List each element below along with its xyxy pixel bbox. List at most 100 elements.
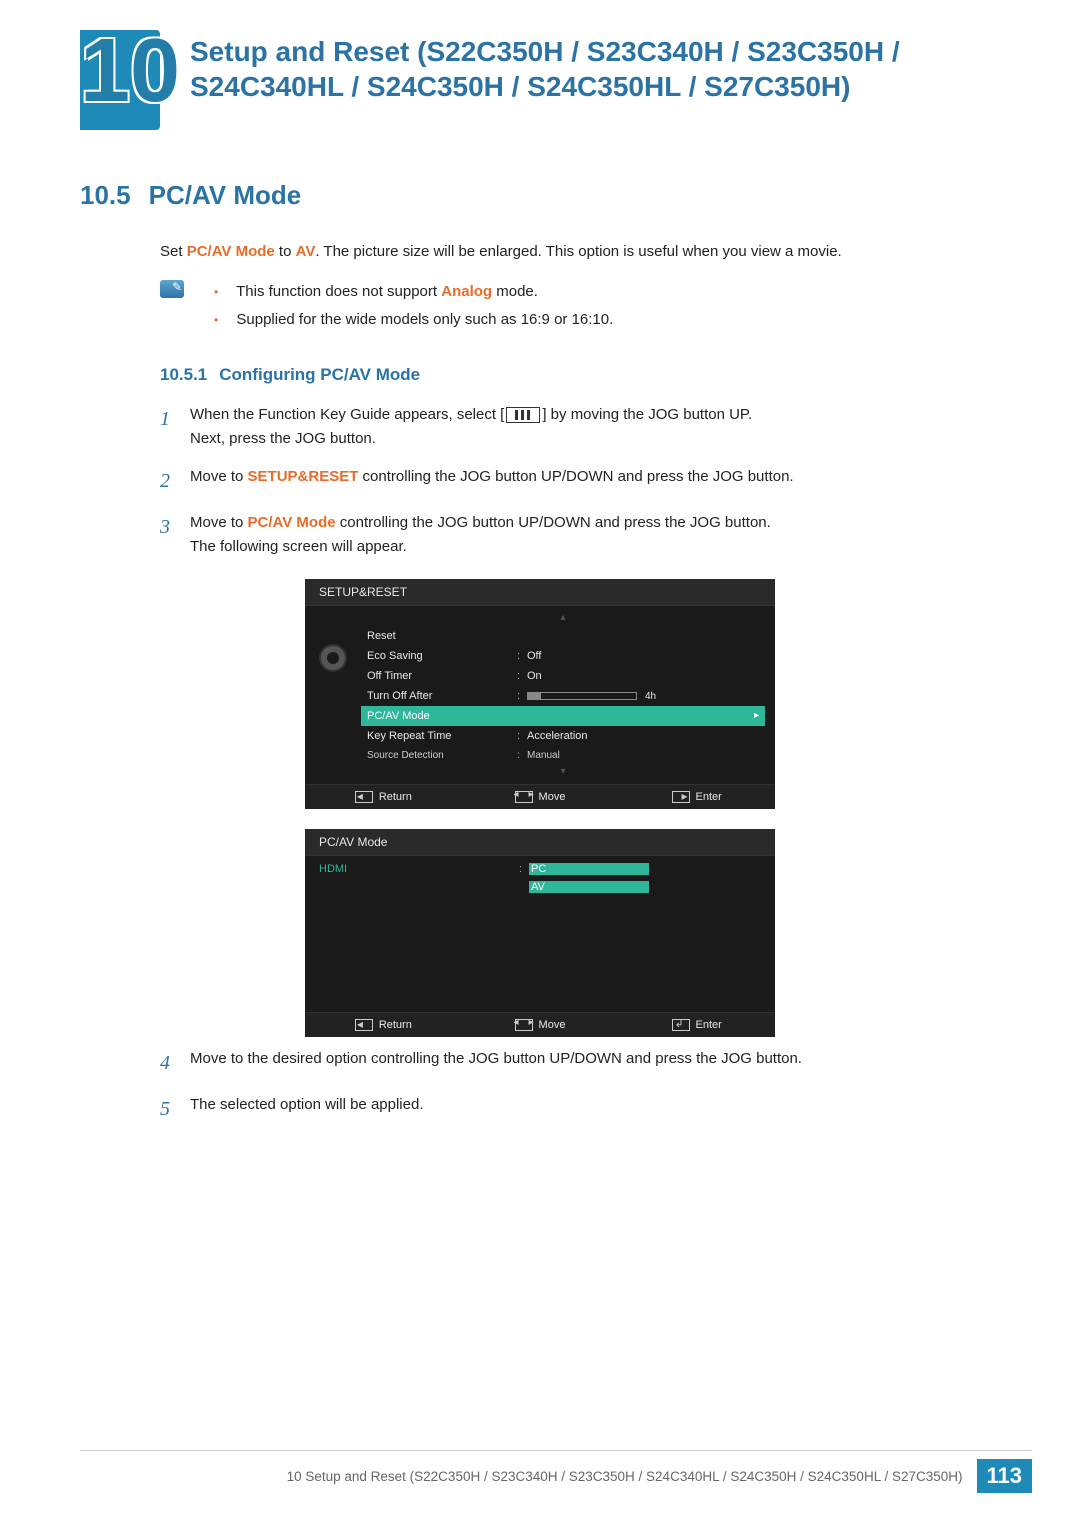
step-num-2: 2 <box>160 465 190 497</box>
osd1-pcav-arrow-icon: ▸ <box>754 710 759 721</box>
footer-text: 10 Setup and Reset (S22C350H / S23C340H … <box>287 1469 963 1484</box>
osd1-srcd-value: Manual <box>527 750 759 761</box>
osd1-move-label: Move <box>539 791 566 803</box>
note-list: This function does not support Analog mo… <box>214 278 613 335</box>
step2-a: Move to <box>190 468 248 485</box>
osd-setup-reset: SETUP&RESET ▴ Reset Eco Saving: Off Off … <box>305 579 775 809</box>
step3-c: The following screen will appear. <box>190 538 407 555</box>
gear-icon <box>321 646 345 670</box>
osd2-footer-return[interactable]: Return <box>305 1019 462 1031</box>
step-3: 3 Move to PC/AV Mode controlling the JOG… <box>160 511 1000 559</box>
intro-pre: Set <box>160 243 187 260</box>
intro-paragraph: Set PC/AV Mode to AV. The picture size w… <box>160 241 1000 264</box>
intro-mid: to <box>275 243 296 260</box>
page-footer: 10 Setup and Reset (S22C350H / S23C340H … <box>0 1459 1080 1493</box>
note1-post: mode. <box>492 283 538 300</box>
osd2-footer-move[interactable]: Move <box>462 1019 619 1031</box>
chapter-badge: 10 <box>80 30 170 140</box>
return-icon <box>355 791 373 803</box>
step1-b: ] by moving the JOG button UP. <box>542 406 752 423</box>
section-heading: 10.5 PC/AV Mode <box>80 180 1000 211</box>
osd1-row-pcav[interactable]: PC/AV Mode ▸ <box>361 706 765 726</box>
osd1-footer-move[interactable]: Move <box>462 791 619 803</box>
step-num-5: 5 <box>160 1093 190 1125</box>
note-block: This function does not support Analog mo… <box>160 278 1000 335</box>
step3-a: Move to <box>190 514 248 531</box>
osd2-enter-label: Enter <box>696 1019 722 1031</box>
note-item-2: Supplied for the wide models only such a… <box>214 306 613 335</box>
osd1-row-reset[interactable]: Reset <box>361 626 765 646</box>
osd2-row-hdmi[interactable]: HDMI: PC <box>319 860 765 878</box>
osd1-row-eco[interactable]: Eco Saving: Off <box>361 646 765 666</box>
footer-divider <box>80 1450 1032 1451</box>
step2-hl: SETUP&RESET <box>248 468 359 485</box>
osd1-srcd-label: Source Detection <box>367 750 517 761</box>
section-title: PC/AV Mode <box>149 180 302 210</box>
osd1-pcav-label: PC/AV Mode <box>367 710 517 722</box>
note-icon <box>160 280 184 298</box>
osd2-title: PC/AV Mode <box>305 829 775 856</box>
note1-hl: Analog <box>441 283 492 300</box>
osd1-toa-value: 4h <box>645 691 656 702</box>
osd1-krt-value: Acceleration <box>527 730 759 742</box>
osd2-value-av[interactable]: AV <box>529 881 649 893</box>
osd1-return-label: Return <box>379 791 412 803</box>
step3-hl: PC/AV Mode <box>248 514 336 531</box>
osd2-footer-enter[interactable]: Enter <box>618 1019 775 1031</box>
osd1-offtimer-value: On <box>527 670 759 682</box>
step-num-3: 3 <box>160 511 190 543</box>
osd2-row-av[interactable]: AV <box>319 878 765 896</box>
menu-icon <box>506 407 540 423</box>
osd2-value-pc[interactable]: PC <box>529 863 649 875</box>
osd2-return-label: Return <box>379 1019 412 1031</box>
chapter-title: Setup and Reset (S22C350H / S23C340H / S… <box>190 30 1000 104</box>
osd2-move-label: Move <box>539 1019 566 1031</box>
step-4: 4 Move to the desired option controlling… <box>160 1047 1000 1079</box>
osd1-footer-return[interactable]: Return <box>305 791 462 803</box>
return-icon <box>355 1019 373 1031</box>
step-2: 2 Move to SETUP&RESET controlling the JO… <box>160 465 1000 497</box>
step2-b: controlling the JOG button UP/DOWN and p… <box>358 468 793 485</box>
enter-icon <box>672 791 690 803</box>
step-num-1: 1 <box>160 403 190 435</box>
osd1-krt-label: Key Repeat Time <box>367 730 517 742</box>
intro-hl-av: AV <box>296 243 316 260</box>
osd1-footer-enter[interactable]: Enter <box>618 791 775 803</box>
chapter-number: 10 <box>80 20 180 123</box>
note2-text: Supplied for the wide models only such a… <box>236 311 613 328</box>
step1-a: When the Function Key Guide appears, sel… <box>190 406 504 423</box>
section-number: 10.5 <box>80 180 131 210</box>
subsection-title: Configuring PC/AV Mode <box>219 365 420 384</box>
osd1-row-turnoffafter[interactable]: Turn Off After: 4h <box>361 686 765 706</box>
step5-text: The selected option will be applied. <box>190 1093 423 1117</box>
subsection-heading: 10.5.1 Configuring PC/AV Mode <box>160 365 1000 385</box>
intro-post: . The picture size will be enlarged. Thi… <box>315 243 841 260</box>
subsection-number: 10.5.1 <box>160 365 207 384</box>
osd1-row-krt[interactable]: Key Repeat Time: Acceleration <box>361 726 765 746</box>
step-5: 5 The selected option will be applied. <box>160 1093 1000 1125</box>
move-icon <box>515 1019 533 1031</box>
osd1-title: SETUP&RESET <box>305 579 775 606</box>
step-num-4: 4 <box>160 1047 190 1079</box>
note-item-1: This function does not support Analog mo… <box>214 278 613 307</box>
note1-pre: This function does not support <box>236 283 441 300</box>
move-icon <box>515 791 533 803</box>
osd1-row-srcd[interactable]: Source Detection: Manual <box>361 746 765 766</box>
intro-hl-pcav: PC/AV Mode <box>187 243 275 260</box>
osd1-up-chevron-icon: ▴ <box>361 612 765 626</box>
chapter-header: 10 Setup and Reset (S22C350H / S23C340H … <box>80 30 1000 140</box>
osd1-toa-slider[interactable] <box>527 692 637 700</box>
osd1-row-offtimer[interactable]: Off Timer: On <box>361 666 765 686</box>
osd1-toa-label: Turn Off After <box>367 690 517 702</box>
enter-icon <box>672 1019 690 1031</box>
osd1-eco-value: Off <box>527 650 759 662</box>
osd1-eco-label: Eco Saving <box>367 650 517 662</box>
osd1-down-chevron-icon: ▾ <box>361 766 765 780</box>
osd1-reset-label: Reset <box>367 630 517 642</box>
osd1-enter-label: Enter <box>696 791 722 803</box>
osd-pcav-mode: PC/AV Mode HDMI: PC AV Return Move Enter <box>305 829 775 1037</box>
step1-c: Next, press the JOG button. <box>190 430 376 447</box>
osd1-offtimer-label: Off Timer <box>367 670 517 682</box>
step4-text: Move to the desired option controlling t… <box>190 1047 802 1071</box>
page-number: 113 <box>977 1459 1033 1493</box>
